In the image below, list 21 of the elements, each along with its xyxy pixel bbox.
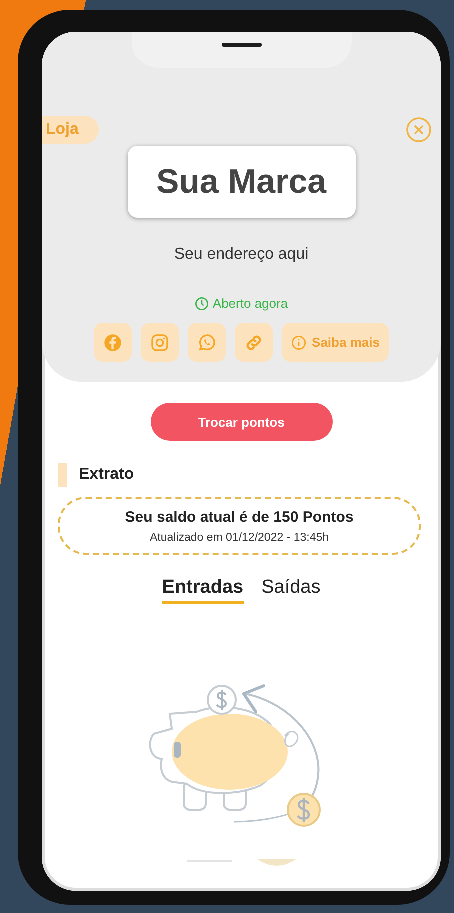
tab[interactable]: Entradas <box>162 577 244 604</box>
facebook-button[interactable] <box>94 323 132 362</box>
updated-text: Atualizado em 01/12/2022 - 13:45h <box>150 532 330 544</box>
facebook-icon <box>103 332 124 352</box>
tab[interactable]: Saídas <box>262 577 321 604</box>
balance-text: Seu saldo atual é de 150 Pontos <box>125 508 354 526</box>
brand-logo: Sua Marca <box>128 146 356 218</box>
instagram-icon <box>150 332 170 352</box>
link-button[interactable] <box>235 323 274 362</box>
open-status: Aberto agora <box>212 296 288 311</box>
whatsapp-icon <box>197 332 218 352</box>
section-title: Extrato <box>79 466 134 484</box>
info-icon <box>291 334 308 350</box>
close-icon[interactable] <box>406 117 432 143</box>
speaker-bar <box>222 43 262 47</box>
store-tag: Loja <box>42 116 99 144</box>
whatsapp-button[interactable] <box>188 323 226 362</box>
store-address: Seu endereço aqui <box>174 246 309 264</box>
instagram-button[interactable] <box>141 323 180 362</box>
clock-icon <box>194 296 209 310</box>
section-marker <box>58 463 67 487</box>
